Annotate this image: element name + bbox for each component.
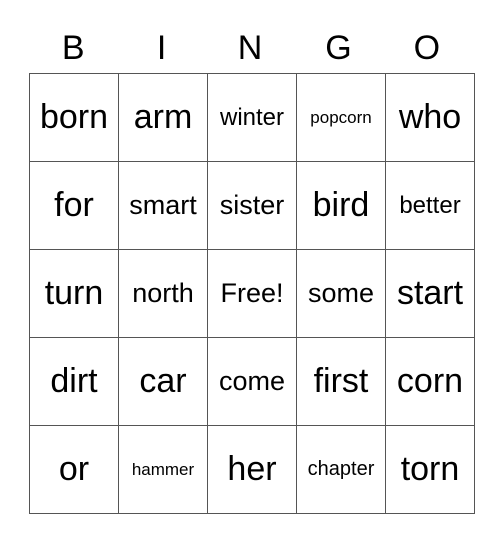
bingo-grid: born arm winter popcorn who for smart sister bir…: [29, 73, 475, 514]
bingo-cell[interactable]: some: [296, 249, 386, 338]
bingo-cell[interactable]: chapter: [296, 425, 386, 514]
header-letter-i: I: [156, 29, 167, 67]
bingo-header: B I N G O: [29, 26, 471, 70]
header-letter-g: G: [325, 29, 352, 67]
bingo-cell[interactable]: winter: [207, 73, 297, 162]
bingo-cell[interactable]: who: [385, 73, 475, 162]
bingo-cell[interactable]: torn: [385, 425, 475, 514]
bingo-row: dirt car come first corn: [29, 337, 475, 426]
bingo-cell[interactable]: born: [29, 73, 119, 162]
bingo-cell[interactable]: first: [296, 337, 386, 426]
header-letter-o: O: [413, 29, 441, 67]
bingo-cell[interactable]: her: [207, 425, 297, 514]
header-letter-b: B: [61, 29, 85, 67]
bingo-cell[interactable]: car: [118, 337, 208, 426]
bingo-row: turn north Free! some start: [29, 249, 475, 338]
bingo-cell[interactable]: sister: [207, 161, 297, 250]
bingo-cell[interactable]: start: [385, 249, 475, 338]
bingo-cell[interactable]: come: [207, 337, 297, 426]
bingo-cell[interactable]: bird: [296, 161, 386, 250]
bingo-cell[interactable]: dirt: [29, 337, 119, 426]
bingo-cell[interactable]: for: [29, 161, 119, 250]
bingo-row: born arm winter popcorn who: [29, 73, 475, 162]
bingo-row: or hammer her chapter torn: [29, 425, 475, 514]
bingo-cell[interactable]: arm: [118, 73, 208, 162]
bingo-cell[interactable]: smart: [118, 161, 208, 250]
bingo-cell[interactable]: turn: [29, 249, 119, 338]
bingo-row: for smart sister bird better: [29, 161, 475, 250]
bingo-free-cell[interactable]: Free!: [207, 249, 297, 338]
bingo-cell[interactable]: popcorn: [296, 73, 386, 162]
bingo-cell[interactable]: north: [118, 249, 208, 338]
bingo-cell[interactable]: corn: [385, 337, 475, 426]
header-letter-n: N: [237, 29, 263, 67]
bingo-cell[interactable]: or: [29, 425, 119, 514]
bingo-cell[interactable]: hammer: [118, 425, 208, 514]
bingo-cell[interactable]: better: [385, 161, 475, 250]
